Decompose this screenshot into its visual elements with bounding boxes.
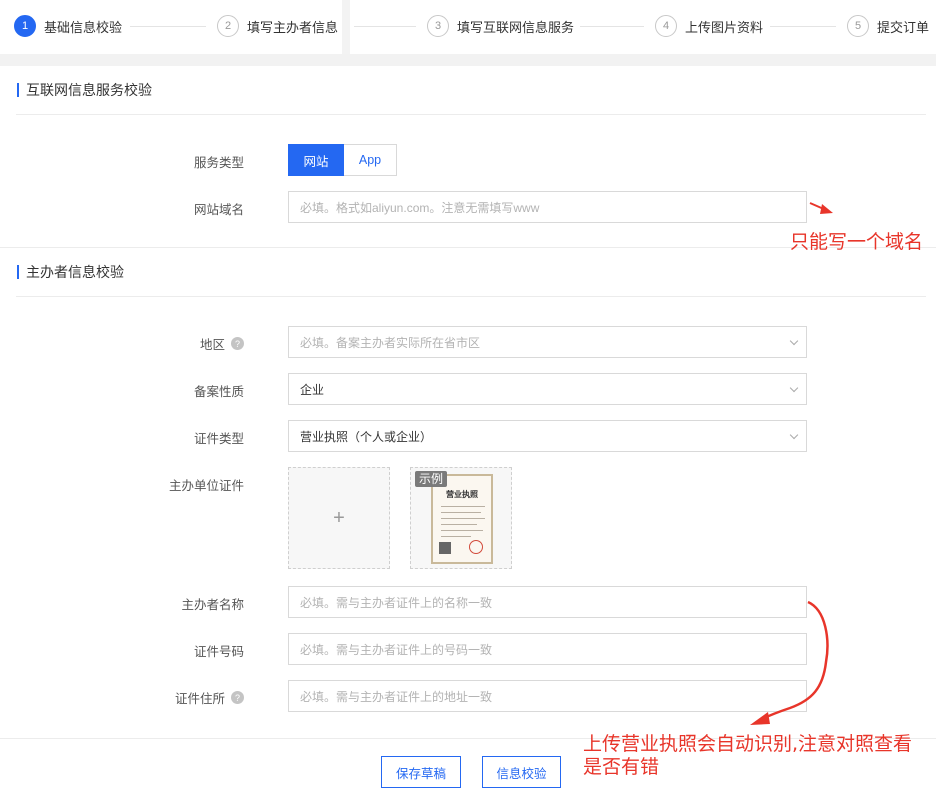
curved-arrow-icon [750,600,829,725]
arrow-icon [809,202,833,214]
icp-filing-page: 1 基础信息校验 2 填写主办者信息 3 填写互联网信息服务 4 上传图片资料 … [0,0,936,804]
annotation-arrows [750,202,833,725]
license-annotation: 上传营业执照会自动识别,注意对照查看是否有错 [583,733,913,778]
domain-annotation: 只能写一个域名 [790,231,924,253]
